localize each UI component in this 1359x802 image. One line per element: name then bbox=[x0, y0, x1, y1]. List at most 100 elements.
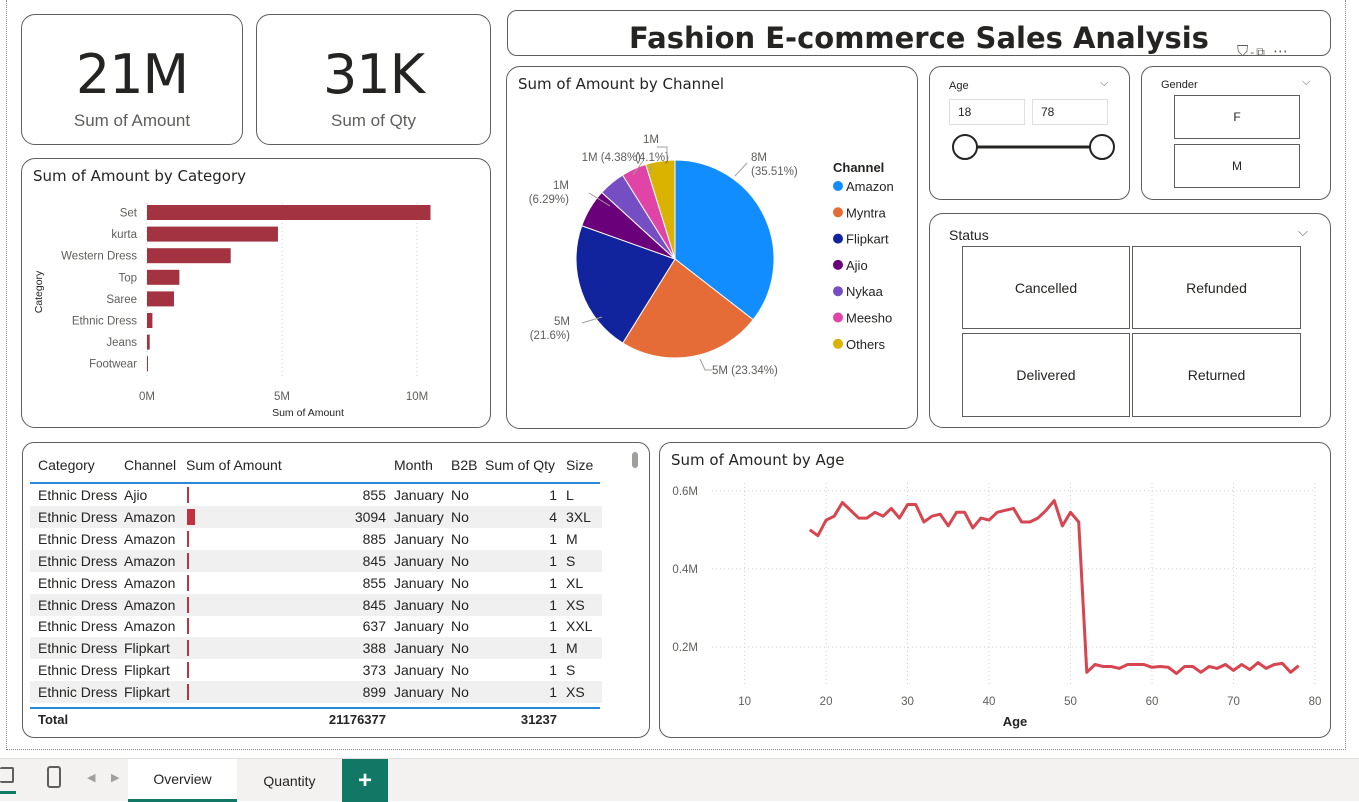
age-line-svg: 0.2M 0.4M 0.6M 10 20 30 40 50 60 70 80 Age bbox=[672, 483, 1322, 729]
column-header[interactable]: Sum of Amount bbox=[186, 457, 282, 473]
y-axis-title: Category bbox=[33, 270, 45, 313]
column-header[interactable]: B2B bbox=[451, 457, 477, 473]
cell-b2b: No bbox=[451, 684, 469, 701]
category-bar-chart[interactable]: Sum of Amount by Category Set kurta Wester… bbox=[21, 158, 491, 428]
table-row[interactable]: Ethnic Dress Flipkart 373 January No 1 S bbox=[30, 659, 602, 681]
column-header[interactable]: Month bbox=[394, 457, 433, 473]
kpi-label: Sum of Amount bbox=[73, 111, 191, 130]
prev-page-icon[interactable]: ◀ bbox=[87, 771, 95, 784]
amount-data-bar bbox=[187, 684, 190, 701]
column-header[interactable]: Sum of Qty bbox=[485, 457, 555, 473]
pie-leader-line bbox=[699, 358, 712, 371]
table-row[interactable]: Ethnic Dress Amazon 845 January No 1 XS bbox=[30, 593, 602, 616]
cell-amount: 855 bbox=[362, 487, 386, 503]
table-row[interactable]: Ethnic Dress Flipkart 388 January No 1 M bbox=[30, 637, 602, 660]
status-slicer[interactable]: Status ⌵ Cancelled Refunded Delivered Re… bbox=[929, 213, 1331, 428]
chevron-down-icon[interactable]: ⌵ bbox=[1100, 77, 1108, 90]
column-header[interactable]: Size bbox=[566, 457, 593, 473]
column-header[interactable]: Channel bbox=[124, 457, 176, 473]
legend-item: Myntra bbox=[846, 205, 887, 220]
x-tick-label: 80 bbox=[1309, 696, 1322, 708]
cell-amount: 855 bbox=[362, 574, 386, 591]
kpi-card-qty[interactable]: 31K Sum of Qty bbox=[256, 14, 491, 145]
cell-size: 3XL bbox=[566, 508, 591, 525]
cell-size: S bbox=[566, 552, 576, 569]
cell-qty: 1 bbox=[549, 618, 557, 635]
legend-marker bbox=[833, 286, 843, 297]
tab-overview[interactable]: Overview bbox=[128, 759, 237, 802]
desktop-view-indicator bbox=[0, 791, 16, 794]
mobile-view-icon[interactable] bbox=[47, 766, 61, 788]
add-page-button[interactable]: + bbox=[342, 759, 388, 802]
cell-b2b: No bbox=[451, 530, 469, 547]
more-options-icon[interactable]: ⋯ bbox=[1267, 43, 1290, 60]
age-max-input[interactable]: 78 bbox=[1032, 99, 1108, 125]
pie-data-label: 1M bbox=[643, 134, 659, 146]
filter-icon[interactable]: ⛉ bbox=[1237, 43, 1250, 60]
gender-slicer[interactable]: Gender ⌵ F M bbox=[1141, 66, 1331, 200]
cell-qty: 1 bbox=[549, 552, 557, 569]
x-tick-label: 20 bbox=[820, 696, 833, 708]
amount-data-bar bbox=[187, 487, 190, 503]
chevron-down-icon[interactable]: ⌵ bbox=[1302, 76, 1310, 89]
cell-category: Ethnic Dress bbox=[38, 640, 118, 657]
age-slicer[interactable]: Age ⌵ 18 78 bbox=[929, 66, 1130, 200]
age-line-chart[interactable]: Sum of Amount by Age 0.2M 0.4M 0.6M 10 20 30 4… bbox=[659, 442, 1331, 738]
table-row[interactable]: Ethnic Dress Flipkart 899 January No 1 XS bbox=[30, 681, 602, 704]
gender-option-m[interactable]: M bbox=[1174, 144, 1300, 188]
cell-amount: 845 bbox=[362, 596, 386, 613]
report-title-box: Fashion E-commerce Sales Analysis bbox=[507, 10, 1331, 56]
cell-b2b: No bbox=[451, 552, 469, 569]
cell-category: Ethnic Dress bbox=[38, 487, 118, 503]
status-option-cancelled[interactable]: Cancelled bbox=[962, 246, 1130, 329]
pie-data-label: 1M bbox=[553, 180, 569, 192]
table-row[interactable]: Ethnic Dress Amazon 637 January No 1 XXL bbox=[30, 615, 602, 637]
cell-amount: 637 bbox=[362, 618, 386, 635]
table-row[interactable]: Ethnic Dress Amazon 3094 January No 4 3XL bbox=[30, 505, 602, 528]
y-tick-label: 0.2M bbox=[672, 642, 698, 654]
age-range-slider[interactable] bbox=[930, 127, 1131, 167]
cell-size: XS bbox=[566, 596, 585, 613]
column-header[interactable]: Category bbox=[38, 457, 95, 473]
cell-channel: Ajio bbox=[124, 487, 148, 503]
table-row[interactable]: Ethnic Dress Amazon 845 January No 1 S bbox=[30, 549, 602, 572]
x-axis-title: Age bbox=[1003, 714, 1028, 729]
table-row[interactable]: Ethnic Dress Amazon 855 January No 1 XL bbox=[30, 572, 602, 594]
table-row[interactable]: Ethnic Dress Ajio 855 January No 1 L bbox=[30, 484, 602, 506]
cell-channel: Flipkart bbox=[124, 640, 170, 657]
tab-quantity[interactable]: Quantity bbox=[240, 759, 339, 802]
cell-category: Ethnic Dress bbox=[38, 684, 118, 701]
status-option-refunded[interactable]: Refunded bbox=[1132, 246, 1301, 329]
table-scrollbar[interactable] bbox=[632, 452, 638, 468]
category-label: Top bbox=[118, 272, 137, 284]
focus-mode-icon[interactable]: -⧉ bbox=[1250, 45, 1267, 59]
cell-qty: 1 bbox=[549, 487, 557, 503]
legend-marker bbox=[833, 338, 843, 349]
table-total-row: Total 21176377 31237 bbox=[30, 709, 602, 731]
table-row[interactable]: Ethnic Dress Amazon 885 January No 1 M bbox=[30, 528, 602, 550]
cell-category: Ethnic Dress bbox=[38, 618, 118, 635]
status-option-returned[interactable]: Returned bbox=[1132, 333, 1301, 417]
cell-category: Ethnic Dress bbox=[38, 596, 118, 613]
cell-qty: 1 bbox=[549, 662, 557, 679]
desktop-view-icon[interactable] bbox=[0, 767, 14, 783]
cell-qty: 1 bbox=[549, 596, 557, 613]
cell-channel: Amazon bbox=[124, 574, 176, 591]
gender-option-f[interactable]: F bbox=[1174, 95, 1300, 139]
status-option-delivered[interactable]: Delivered bbox=[962, 333, 1130, 417]
age-min-input[interactable]: 18 bbox=[949, 99, 1025, 125]
legend-marker bbox=[833, 259, 843, 270]
cell-category: Ethnic Dress bbox=[38, 574, 118, 591]
cell-month: January bbox=[394, 618, 444, 635]
category-label: kurta bbox=[111, 229, 137, 241]
total-amount: 21176377 bbox=[328, 712, 386, 727]
channel-pie-svg: 8M (35.51%) 5M (23.34%) 5M (21.6%) 1M (6.29%) 1… bbox=[529, 134, 894, 377]
legend-marker bbox=[833, 181, 843, 191]
chevron-down-icon[interactable]: ⌵ bbox=[1298, 224, 1308, 240]
next-page-icon[interactable]: ▶ bbox=[111, 771, 119, 784]
cell-month: January bbox=[394, 596, 444, 613]
cell-channel: Flipkart bbox=[124, 684, 170, 701]
kpi-card-amount[interactable]: 21M Sum of Amount bbox=[21, 14, 243, 145]
channel-pie-chart[interactable]: Sum of Amount by Channel 8M (35.51%) 5M (2… bbox=[506, 66, 918, 429]
cell-month: January bbox=[394, 487, 444, 503]
